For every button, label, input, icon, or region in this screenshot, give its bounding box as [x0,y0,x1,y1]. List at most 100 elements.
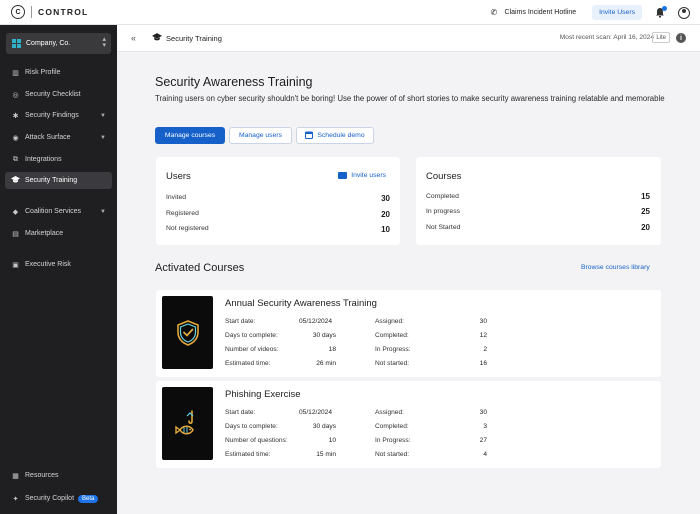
users-invited-value: 30 [381,194,390,203]
sidebar-item-coalition-services[interactable]: ◆ Coalition Services ▼ [5,203,112,220]
brand-divider [31,6,32,18]
browse-courses-link[interactable]: Browse courses library [581,264,650,271]
sidebar-item-label: Security Copilot [25,495,75,502]
sidebar-item-label: Coalition Services [25,208,82,215]
brand[interactable]: C CONTROL [11,5,88,19]
course-days-value: 30 days [312,332,336,339]
sidebar-item-security-copilot[interactable]: ✦ Security Copilot Beta [5,490,112,507]
users-summary-card: Users Invite users Invited 30 Registered… [156,157,400,245]
store-icon: ▤ [12,230,19,238]
coalition-logo-icon: C [11,5,25,19]
info-icon[interactable]: i [676,33,686,43]
courses-completed-value: 15 [641,192,650,201]
course-not-started-value: 16 [479,360,487,367]
bug-icon: ✱ [12,112,19,120]
course-card[interactable]: Annual Security Awareness Training Start… [156,290,661,377]
course-start-date-value: 05/12/2024 [299,409,333,416]
sidebar-item-security-training[interactable]: Security Training [5,172,112,189]
user-account-icon[interactable] [678,6,690,19]
course-questions-value: 10 [328,437,336,444]
course-in-progress-label: In Progress: [375,437,411,444]
users-not-registered-value: 10 [381,225,390,234]
chevron-updown-icon: ▴ ▾ [102,36,106,49]
course-title: Annual Security Awareness Training [225,298,377,309]
check-circle-icon: ◎ [12,91,19,99]
book-icon: ▦ [12,472,19,480]
course-completed-label: Completed: [375,332,409,339]
graduation-cap-icon [11,176,20,185]
sidebar-item-integrations[interactable]: ⧉ Integrations [5,151,112,168]
sidebar-item-resources[interactable]: ▦ Resources [5,467,112,484]
schedule-demo-button[interactable]: Schedule demo [296,127,374,144]
schedule-demo-label: Schedule demo [317,132,365,139]
sidebar-item-label: Security Findings [25,112,79,119]
target-icon: ◉ [12,134,19,142]
calendar-icon [305,131,314,141]
sidebar-item-label: Attack Surface [25,134,71,141]
invite-users-label: Invite users [351,172,386,179]
page-title: Security Awareness Training [155,75,313,89]
company-icon [12,39,21,48]
sidebar-item-label: Risk Profile [25,69,61,76]
courses-not-started-value: 20 [641,223,650,232]
sidebar-item-label: Marketplace [25,230,64,237]
sidebar-item-security-checklist[interactable]: ◎ Security Checklist [5,86,112,103]
sidebar-item-risk-profile[interactable]: ▥ Risk Profile [5,64,112,81]
courses-not-started-label: Not Started [426,224,461,231]
diamond-icon: ◆ [12,208,19,216]
course-completed-value: 3 [483,423,487,430]
courses-card-title: Courses [426,171,462,182]
users-registered-label: Registered [166,210,199,217]
plan-badge: Lite [652,32,670,43]
notifications-bell-icon[interactable] [654,5,667,19]
sidebar-item-marketplace[interactable]: ▤ Marketplace [5,225,112,242]
breadcrumb: Security Training [152,33,222,43]
claims-hotline-label: Claims Incident Hotline [504,9,577,16]
course-videos-value: 18 [328,346,336,353]
course-questions-label: Number of questions: [225,437,288,444]
chevron-down-icon: ▼ [100,134,106,141]
sidebar-item-attack-surface[interactable]: ◉ Attack Surface ▼ [5,129,112,146]
briefcase-icon: ▣ [12,261,19,269]
last-scan-date: Most recent scan: April 16, 2024 [559,34,654,41]
course-not-started-label: Not started: [375,451,410,458]
course-start-date-label: Start date: [225,318,256,325]
users-invited-label: Invited [166,194,187,201]
sidebar-item-label: Security Training [25,177,78,184]
company-selector[interactable]: Company, Co. ▴ ▾ [6,33,111,54]
course-card[interactable]: Phishing Exercise Start date: 05/12/2024… [156,381,661,468]
users-registered-value: 20 [381,210,390,219]
phone-icon: ✆ [490,8,498,17]
manage-courses-button[interactable]: Manage courses [155,127,225,144]
course-videos-label: Number of videos: [225,346,279,353]
course-time-label: Estimated time: [225,360,271,367]
course-thumbnail [162,296,213,369]
collapse-sidebar-icon[interactable]: « [131,33,136,43]
course-in-progress-label: In Progress: [375,346,411,353]
users-not-registered-label: Not registered [166,225,209,232]
course-start-date-value: 05/12/2024 [299,318,333,325]
invite-users-button[interactable]: Invite Users [592,5,642,20]
course-days-label: Days to complete: [225,332,278,339]
invite-users-link[interactable]: Invite users [338,172,386,179]
notification-dot [662,5,667,11]
sidebar-item-executive-risk[interactable]: ▣ Executive Risk [5,256,112,273]
course-assigned-label: Assigned: [375,409,404,416]
course-in-progress-value: 2 [483,346,487,353]
course-assigned-value: 30 [479,318,487,325]
manage-users-button[interactable]: Manage users [229,127,292,144]
brand-name: CONTROL [38,7,89,17]
course-not-started-value: 4 [483,451,487,458]
sidebar-item-label: Executive Risk [25,261,71,268]
claims-hotline-link[interactable]: ✆ Claims Incident Hotline [491,8,577,17]
sidebar-item-security-findings[interactable]: ✱ Security Findings ▼ [5,107,112,124]
sidebar-item-label: Resources [25,472,59,479]
page-description: Training users on cyber security shouldn… [155,94,665,103]
courses-in-progress-label: In progress [426,208,461,215]
course-completed-value: 12 [479,332,487,339]
page-header: « Security Training Most recent scan: Ap… [117,25,700,52]
course-start-date-label: Start date: [225,409,256,416]
shield-check-icon [176,319,199,346]
course-thumbnail [162,387,213,460]
course-time-value: 15 min [316,451,336,458]
